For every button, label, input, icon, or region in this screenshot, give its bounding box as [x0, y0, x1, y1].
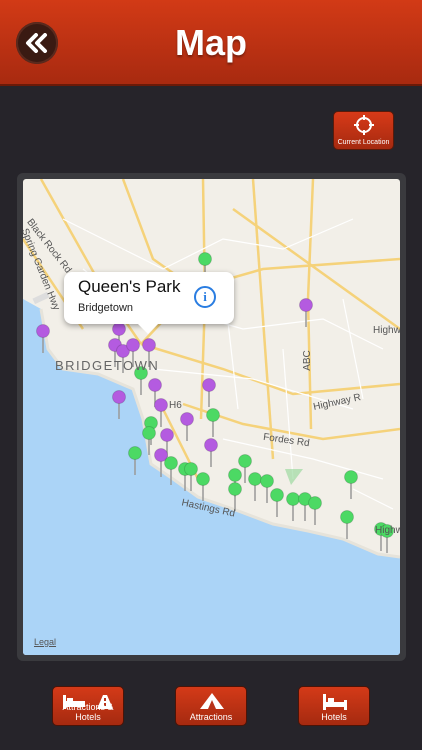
crosshair-icon [354, 115, 374, 135]
hotel-pin[interactable] [206, 408, 220, 438]
attraction-pin[interactable] [204, 438, 218, 468]
current-location-button[interactable]: Current Location [333, 111, 394, 150]
label-h6: H6 [169, 400, 182, 411]
header-bar: Map [0, 0, 422, 86]
hotel-pin[interactable] [248, 472, 262, 502]
hotel-pin[interactable] [340, 510, 354, 540]
sea [23, 299, 400, 655]
place-callout[interactable]: Queen's Park Bridgetown i [64, 272, 234, 334]
tent-icon [200, 693, 224, 709]
bed-icon [323, 694, 347, 710]
label-bridgetown: BRIDGETOWN [55, 358, 160, 373]
current-location-label: Current Location [337, 139, 390, 146]
map-frame: Black Rock Rd Spring Garden Hwy BRIDGETO… [17, 173, 406, 661]
legal-link[interactable]: Legal [34, 637, 56, 647]
page-title: Map [175, 22, 247, 63]
map-base [23, 179, 400, 655]
attraction-pin[interactable] [202, 378, 216, 408]
hotel-pin[interactable] [344, 470, 358, 500]
label-highway-bottom: Highw [375, 525, 400, 536]
info-icon[interactable]: i [194, 286, 216, 308]
attractions-button[interactable]: Attractions [175, 686, 247, 726]
map-view[interactable]: Black Rock Rd Spring Garden Hwy BRIDGETO… [23, 179, 400, 655]
hotel-pin[interactable] [286, 492, 300, 522]
label-highway-right: Highw [373, 325, 400, 336]
attractions-hotels-button[interactable]: Attractions & Hotels [52, 686, 124, 726]
label-abc: ABC [301, 350, 313, 371]
hotel-pin[interactable] [270, 488, 284, 518]
hotels-button[interactable]: Hotels [298, 686, 370, 726]
callout-subtitle: Bridgetown [78, 302, 134, 314]
hotels-label: Hotels [321, 712, 347, 722]
callout-title: Queen's Park [78, 277, 181, 296]
hotel-pin[interactable] [308, 496, 322, 526]
attractions-hotels-label: Attractions & Hotels [62, 702, 114, 722]
attraction-pin[interactable] [180, 412, 194, 442]
attraction-pin[interactable] [299, 298, 313, 328]
attractions-label: Attractions [189, 712, 233, 722]
